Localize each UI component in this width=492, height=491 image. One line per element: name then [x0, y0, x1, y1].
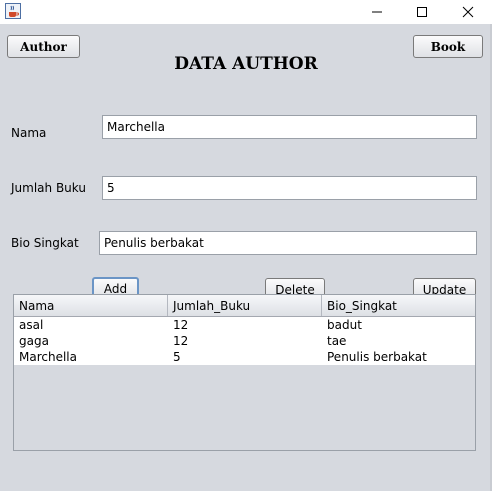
bio-singkat-label: Bio Singkat — [11, 236, 79, 250]
cell-bio-singkat: badut — [327, 318, 362, 332]
table-row[interactable]: asal 12 badut — [14, 317, 475, 333]
nama-field[interactable]: Marchella — [102, 115, 477, 139]
jumlah-buku-label: Jumlah Buku — [11, 181, 86, 195]
table-row[interactable]: gaga 12 tae — [14, 333, 475, 349]
minimize-icon — [372, 11, 382, 13]
bio-singkat-field[interactable]: Penulis berbakat — [99, 231, 477, 255]
cell-jumlah-buku: 12 — [173, 334, 189, 348]
title-bar[interactable] — [0, 0, 492, 24]
jumlah-buku-field[interactable]: 5 — [102, 176, 477, 200]
cell-nama: gaga — [19, 334, 49, 348]
maximize-button[interactable] — [399, 0, 445, 24]
cell-jumlah-buku: 12 — [173, 318, 189, 332]
maximize-icon — [417, 7, 427, 17]
app-window: Author Book DATA AUTHOR Nama Marchella J… — [0, 0, 492, 491]
column-header-jumlah-buku[interactable]: Jumlah_Buku — [168, 295, 322, 316]
page-title: DATA AUTHOR — [174, 54, 318, 74]
column-header-bio-singkat[interactable]: Bio_Singkat — [322, 295, 475, 316]
cell-jumlah-buku: 5 — [173, 350, 181, 364]
author-table[interactable]: Nama Jumlah_Buku Bio_Singkat asal 12 bad… — [13, 294, 476, 451]
table-body: asal 12 badut gaga 12 tae Marchella 5 Pe… — [14, 317, 475, 365]
cell-bio-singkat: tae — [327, 334, 347, 348]
nama-label: Nama — [11, 126, 47, 140]
cell-bio-singkat: Penulis berbakat — [327, 350, 427, 364]
column-header-nama[interactable]: Nama — [14, 295, 168, 316]
close-icon — [462, 6, 474, 18]
close-button[interactable] — [445, 0, 491, 24]
java-coffee-icon — [5, 3, 21, 19]
table-header: Nama Jumlah_Buku Bio_Singkat — [14, 295, 475, 317]
table-row[interactable]: Marchella 5 Penulis berbakat — [14, 349, 475, 365]
cell-nama: Marchella — [19, 350, 77, 364]
minimize-button[interactable] — [354, 0, 400, 24]
cell-nama: asal — [19, 318, 44, 332]
